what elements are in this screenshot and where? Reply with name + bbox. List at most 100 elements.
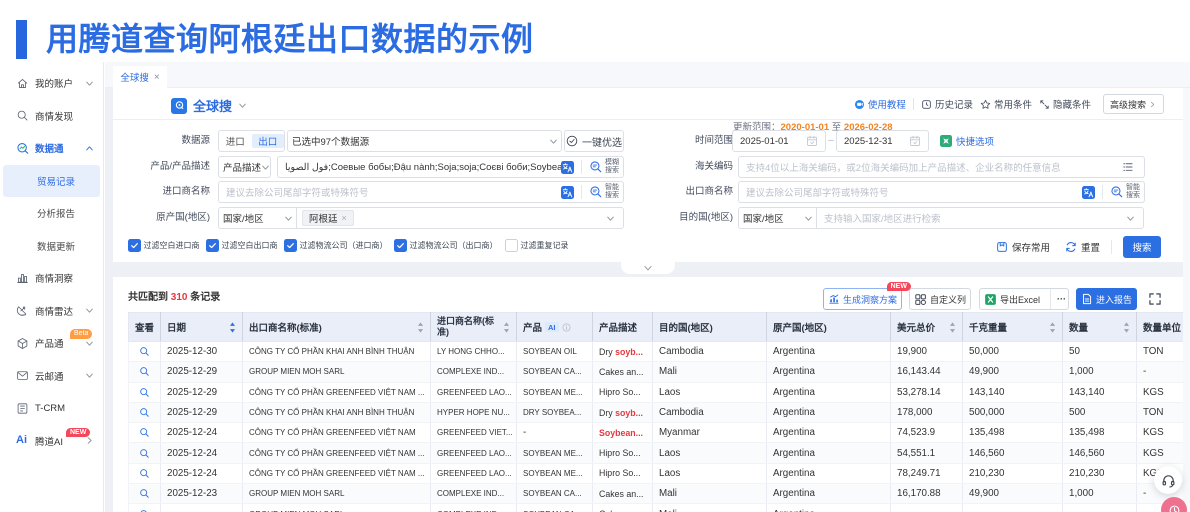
- tab-close-icon[interactable]: ×: [154, 72, 160, 83]
- sidebar-item-trade-records[interactable]: 贸易记录: [3, 164, 100, 197]
- view-cell[interactable]: [128, 483, 161, 505]
- advanced-search-button[interactable]: 高级搜索: [1102, 94, 1164, 114]
- product-description-input[interactable]: فول الصويا;Соевые бобы;Đậu nành;Soja;soj…: [277, 156, 624, 178]
- checkbox-checked-icon[interactable]: [394, 239, 407, 252]
- more-actions-button[interactable]: ···: [1055, 294, 1068, 304]
- destination-type-select[interactable]: 国家/地区: [738, 207, 817, 229]
- view-cell[interactable]: [128, 402, 161, 424]
- search-button[interactable]: 搜索: [1123, 236, 1161, 258]
- checkbox-checked-icon[interactable]: [128, 239, 141, 252]
- sidebar-item-my-account[interactable]: 我的账户: [0, 67, 103, 100]
- sidebar-item-biz-insight[interactable]: 商情洞察: [0, 262, 103, 295]
- column-header-2[interactable]: 日期: [160, 312, 243, 342]
- filter-checkbox-3[interactable]: 过滤物流公司（进口商）: [284, 239, 388, 252]
- origin-country-type-select[interactable]: 国家/地区: [218, 207, 297, 229]
- scrollbar-track[interactable]: [1183, 88, 1190, 512]
- column-header-10[interactable]: 千克重量: [962, 312, 1063, 342]
- product-cell[interactable]: SOYBEAN CA...: [516, 503, 593, 512]
- sidebar-item-data-link[interactable]: 数据通: [0, 132, 103, 165]
- destination-country-input[interactable]: 支持输入国家/地区进行检索: [816, 207, 1144, 229]
- smart-search-icon[interactable]: [1110, 185, 1124, 199]
- importer-cell[interactable]: COMPLEXE IND...: [430, 483, 517, 505]
- importer-cell[interactable]: GREENFEED LAO...: [430, 442, 517, 464]
- importer-cell[interactable]: LY HONG CHHO...: [430, 341, 517, 363]
- sort-icon[interactable]: [1049, 321, 1056, 333]
- filter-checkbox-1[interactable]: 过滤空白进口商: [128, 239, 200, 252]
- translate-icon[interactable]: [1082, 185, 1095, 199]
- exporter-cell[interactable]: CÔNG TY CỔ PHẦN KHAI ANH BÌNH THUẬN: [242, 341, 431, 363]
- product-cell[interactable]: DRY SOYBEA...: [516, 402, 593, 424]
- checkbox-checked-icon[interactable]: [206, 239, 219, 252]
- column-header-3[interactable]: 出口商名称(标准): [242, 312, 431, 342]
- filter-checkbox-2[interactable]: 过滤空白出口商: [206, 239, 278, 252]
- exporter-cell[interactable]: CÔNG TY CỔ PHẦN GREENFEED VIỆT NAM: [242, 422, 431, 444]
- view-cell[interactable]: [128, 361, 161, 383]
- sidebar-item-tendata-ai[interactable]: Ai 腾道AI NEW: [0, 425, 103, 458]
- saved-conditions-link[interactable]: 常用条件: [980, 97, 1032, 111]
- checkbox-unchecked-icon[interactable]: [505, 239, 518, 252]
- sort-icon[interactable]: [229, 321, 236, 333]
- importer-cell[interactable]: GREENFEED LAO...: [430, 463, 517, 485]
- view-row-icon[interactable]: [135, 366, 154, 377]
- info-icon[interactable]: [562, 323, 571, 332]
- history-link[interactable]: 历史记录: [921, 97, 973, 111]
- sort-icon[interactable]: [503, 321, 510, 333]
- view-row-icon[interactable]: [135, 387, 154, 398]
- view-cell[interactable]: [128, 463, 161, 485]
- view-row-icon[interactable]: [135, 509, 154, 512]
- view-cell[interactable]: [128, 341, 161, 363]
- save-common-button[interactable]: 保存常用: [996, 240, 1050, 254]
- view-cell[interactable]: [128, 503, 161, 512]
- tutorial-link[interactable]: 使用教程: [854, 97, 906, 111]
- exporter-cell[interactable]: CÔNG TY CỔ PHẦN GREENFEED VIỆT NAM ...: [242, 442, 431, 464]
- one-click-optimize-button[interactable]: 一键优选: [564, 130, 624, 152]
- smart-search-icon[interactable]: [589, 185, 603, 199]
- view-row-icon[interactable]: [135, 427, 154, 438]
- origin-country-input[interactable]: 阿根廷 ×: [296, 207, 624, 229]
- data-source-select[interactable]: 已选中97个数据源: [287, 130, 562, 152]
- translate-icon[interactable]: [561, 160, 574, 174]
- quick-options-button[interactable]: 快捷选项: [940, 130, 994, 152]
- custom-columns-button[interactable]: 自定义列: [908, 288, 971, 310]
- importer-cell[interactable]: GREENFEED LAO...: [430, 382, 517, 403]
- sidebar-item-biz-radar[interactable]: 商情雷达: [0, 295, 103, 328]
- view-cell[interactable]: [128, 442, 161, 464]
- column-header-9[interactable]: 美元总价: [890, 312, 963, 342]
- hs-code-input[interactable]: 支持4位以上海关编码，或2位海关编码加上产品描述、企业名称的任意信息: [738, 156, 1145, 178]
- column-header-4[interactable]: 进口商名称(标准): [430, 312, 517, 342]
- fuzzy-search-icon[interactable]: [589, 160, 603, 174]
- sort-icon[interactable]: [417, 321, 424, 333]
- product-cell[interactable]: SOYBEAN OIL: [516, 341, 593, 363]
- exporter-cell[interactable]: CÔNG TY CỔ PHẦN KHAI ANH BÌNH THUẬN: [242, 402, 431, 424]
- customer-service-button[interactable]: [1154, 466, 1182, 494]
- product-mode-select[interactable]: 产品描述: [218, 156, 271, 178]
- fullscreen-icon[interactable]: [1148, 292, 1162, 306]
- product-cell[interactable]: SOYBEAN ME...: [516, 382, 593, 403]
- sort-icon[interactable]: [1123, 321, 1130, 333]
- product-cell[interactable]: SOYBEAN CA...: [516, 483, 593, 505]
- sidebar-item-product-link[interactable]: 产品通 Beta: [0, 327, 103, 360]
- toggle-export[interactable]: 出口: [251, 134, 284, 148]
- importer-cell[interactable]: HYPER HOPE NU...: [430, 402, 517, 424]
- product-cell[interactable]: SOYBEAN CA...: [516, 361, 593, 383]
- importer-cell[interactable]: GREENFEED VIET...: [430, 422, 517, 444]
- checkbox-checked-icon[interactable]: [284, 239, 297, 252]
- hs-code-list-icon[interactable]: [1122, 161, 1134, 173]
- sidebar-item-biz-discovery[interactable]: 商情发现: [0, 100, 103, 133]
- exporter-cell[interactable]: GROUP MIEN MOH SARL: [242, 483, 431, 505]
- view-row-icon[interactable]: [135, 407, 154, 418]
- hide-conditions-link[interactable]: 隐藏条件: [1039, 97, 1091, 111]
- sidebar-item-t-crm[interactable]: T-CRM: [0, 392, 103, 425]
- view-cell[interactable]: [128, 382, 161, 403]
- export-excel-button[interactable]: 导出Excel ···: [978, 288, 1069, 310]
- exporter-cell[interactable]: CÔNG TY CỔ PHẦN GREENFEED VIỆT NAM ...: [242, 463, 431, 485]
- tab-global-search[interactable]: 全球搜 ×: [113, 66, 167, 88]
- view-row-icon[interactable]: [135, 448, 154, 459]
- exporter-cell[interactable]: GROUP MIEN MOH SARL: [242, 361, 431, 383]
- toggle-import[interactable]: 进口: [219, 134, 252, 148]
- date-to-input[interactable]: 2025-12-31: [836, 130, 929, 152]
- filter-checkbox-4[interactable]: 过滤物流公司（出口商）: [394, 239, 498, 252]
- sidebar-item-analysis-report[interactable]: 分析报告: [0, 197, 103, 230]
- filter-checkbox-5[interactable]: 过滤重复记录: [505, 239, 569, 252]
- product-cell[interactable]: -: [516, 422, 593, 444]
